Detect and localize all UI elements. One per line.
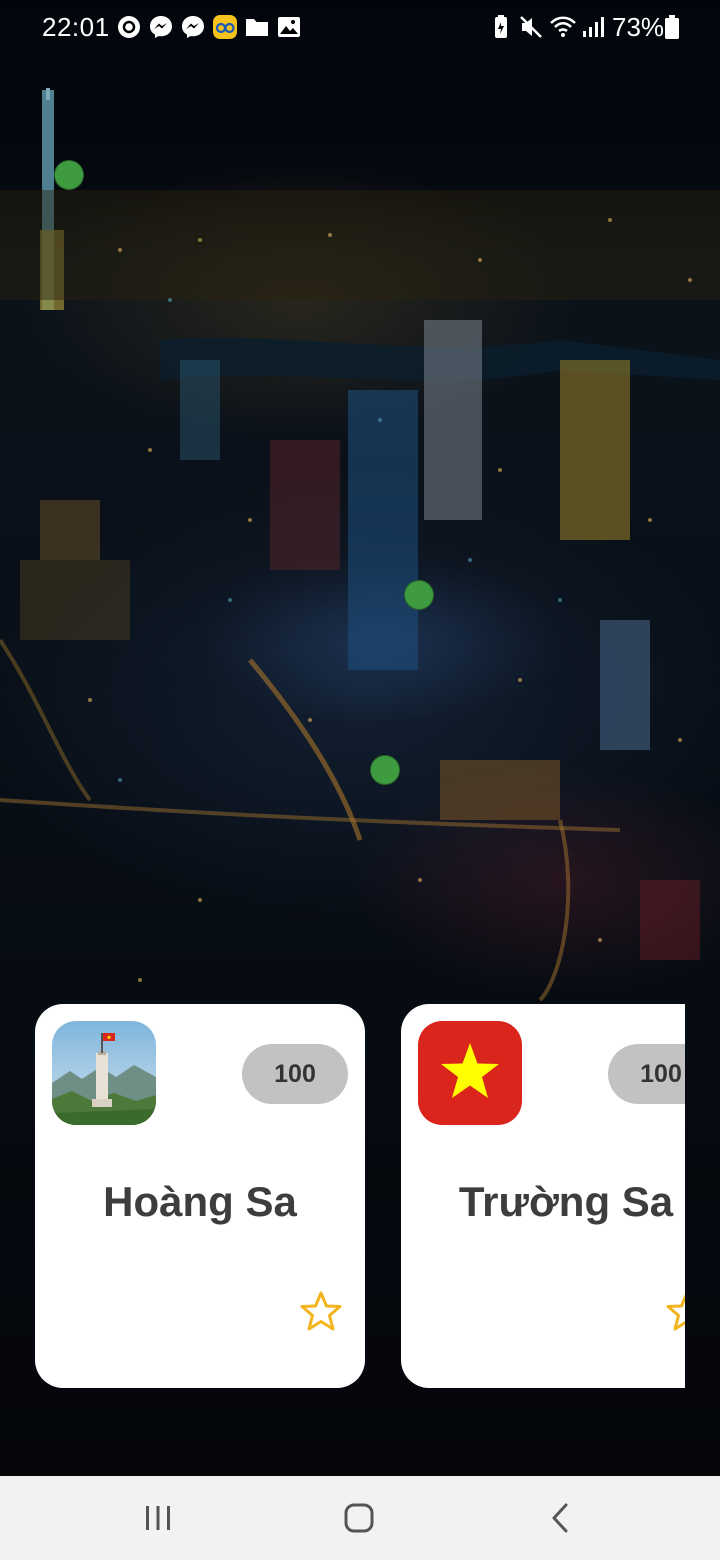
battery-percentage: 73% (612, 12, 665, 42)
location-card-truong-sa[interactable]: 100 Trường Sa (401, 1004, 685, 1388)
be-app-icon (213, 15, 237, 39)
recent-apps-icon[interactable] (136, 1496, 180, 1540)
star-outline-icon[interactable] (299, 1290, 343, 1334)
back-icon[interactable] (538, 1496, 582, 1540)
folder-icon (246, 19, 268, 36)
vietnam-flag-thumbnail (418, 1021, 522, 1125)
flag-tower-thumbnail (52, 1021, 156, 1125)
messenger-icon (182, 16, 204, 38)
threads-icon (118, 16, 140, 38)
vietnam-flag-icon (418, 1021, 522, 1125)
location-cards-carousel[interactable]: 100 Hoàng Sa 100 Trường Sa (0, 1004, 685, 1390)
count-badge: 100 (608, 1044, 685, 1104)
navigation-bar (0, 1476, 720, 1560)
signal-icon (583, 17, 604, 37)
map-marker[interactable] (370, 755, 400, 785)
home-icon[interactable] (337, 1496, 381, 1540)
card-title: Trường Sa (458, 1178, 674, 1225)
status-time: 22:01 (42, 12, 110, 42)
status-bar: 22:01 73% (0, 0, 720, 56)
map-marker[interactable] (54, 160, 84, 190)
count-badge: 100 (242, 1044, 348, 1104)
card-title: Hoàng Sa (103, 1178, 297, 1225)
gallery-icon (278, 17, 300, 37)
messenger-icon (150, 16, 172, 38)
wifi-icon (550, 16, 576, 37)
battery-icon (665, 15, 679, 39)
battery-saver-icon (495, 15, 507, 38)
flag-tower-photo (52, 1021, 156, 1125)
star-outline-icon[interactable] (665, 1290, 685, 1334)
location-card-hoang-sa[interactable]: 100 Hoàng Sa (35, 1004, 365, 1388)
mute-icon (520, 16, 542, 38)
map-marker[interactable] (404, 580, 434, 610)
